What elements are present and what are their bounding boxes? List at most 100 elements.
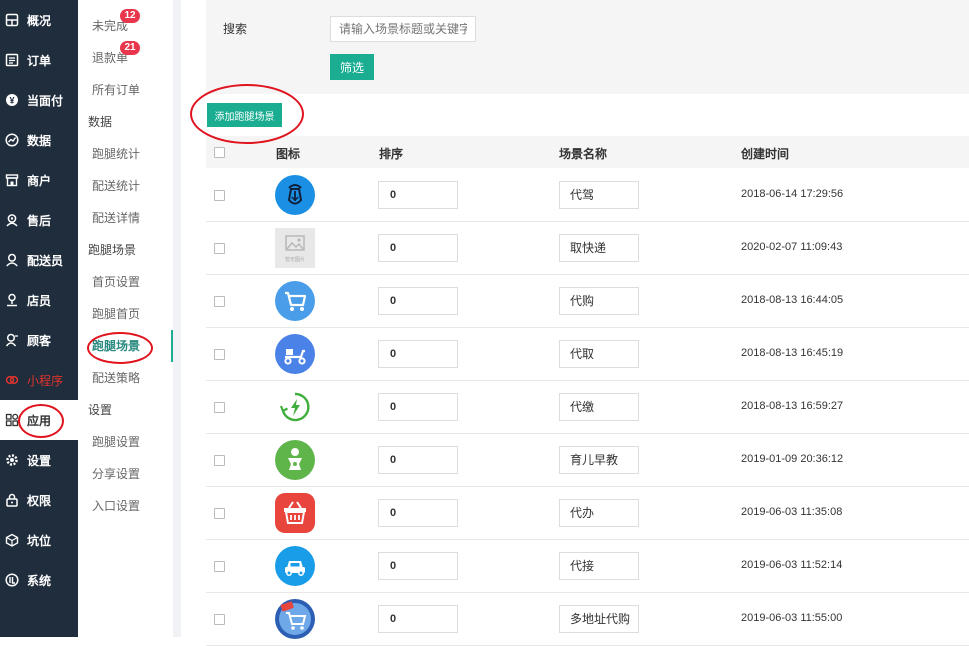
sort-input[interactable]: 0: [378, 393, 458, 421]
table-row: 0 代接 2019-06-03 11:52:14: [206, 540, 969, 593]
row-checkbox[interactable]: [214, 190, 225, 201]
payment-icon: ¥: [5, 93, 19, 107]
sidebar-item-label: 数据: [27, 133, 52, 148]
scene-name-field[interactable]: 代办: [559, 499, 639, 527]
shopping-cart-icon: [275, 281, 315, 321]
subnav-item-refund[interactable]: 退款单 21: [78, 41, 173, 74]
sidebar-item-system[interactable]: 系统: [0, 560, 78, 600]
lock-icon: [5, 493, 19, 507]
subnav-item-delivery-strategy[interactable]: 配送策略: [78, 362, 173, 394]
placeholder-image-text: 暂无图片: [285, 256, 305, 263]
subnav-item-delivery-detail[interactable]: 配送详情: [78, 202, 173, 234]
sort-input[interactable]: 0: [378, 340, 458, 368]
scene-name-field[interactable]: 多地址代购: [559, 605, 639, 633]
created-time: 2018-08-13 16:59:27: [741, 400, 844, 412]
sidebar-item-permission[interactable]: 权限: [0, 480, 78, 520]
miniprogram-icon: [5, 373, 19, 387]
sidebar-item-payment[interactable]: ¥ 当面付: [0, 80, 78, 120]
sidebar-item-label: 店员: [27, 293, 52, 308]
subnav-item-delivery-stats[interactable]: 配送统计: [78, 170, 173, 202]
data-icon: [5, 133, 19, 147]
sidebar-item-settings[interactable]: 设置: [0, 440, 78, 480]
sidebar-item-overview[interactable]: 概况: [0, 0, 78, 40]
table-row: 0 育儿早教 2019-01-09 20:36:12: [206, 434, 969, 487]
subnav-item-all-orders[interactable]: 所有订单: [78, 74, 173, 106]
sidebar-item-label: 小程序: [27, 373, 64, 388]
row-checkbox[interactable]: [214, 508, 225, 519]
table-header: 图标 排序 场景名称 创建时间: [206, 136, 969, 168]
search-label: 搜索: [223, 22, 248, 36]
sort-input[interactable]: 0: [378, 287, 458, 315]
sort-input[interactable]: 0: [378, 181, 458, 209]
row-checkbox[interactable]: [214, 455, 225, 466]
select-all-checkbox[interactable]: [214, 147, 225, 158]
subnav-item-share-settings[interactable]: 分享设置: [78, 458, 173, 490]
subnav-item-errand-home[interactable]: 跑腿首页: [78, 298, 173, 330]
subnav-group-data: 数据: [78, 106, 173, 138]
row-checkbox[interactable]: [214, 614, 225, 625]
created-time: 2019-06-03 11:55:00: [741, 612, 843, 624]
sidebar-item-label: 配送员: [27, 253, 64, 268]
sidebar-item-label: 商户: [27, 173, 52, 188]
table-row: 0 代缴 2018-08-13 16:59:27: [206, 381, 969, 434]
sidebar-item-data[interactable]: 数据: [0, 120, 78, 160]
table-row: 0 多地址代购 2019-06-03 11:55:00: [206, 593, 969, 646]
sidebar-item-apps[interactable]: 应用: [0, 400, 78, 440]
scene-name-field[interactable]: 育儿早教: [559, 446, 639, 474]
row-checkbox[interactable]: [214, 243, 225, 254]
sub-navigation: 未完成 12 退款单 21 所有订单 数据 跑腿统计 配送统计 配送详情 跑腿场…: [78, 0, 173, 637]
subnav-item-errand-scene[interactable]: 跑腿场景: [78, 330, 173, 362]
designated-driver-icon: [275, 175, 315, 215]
subnav-item-unfinished[interactable]: 未完成 12: [78, 9, 173, 42]
subnav-item-label: 入口设置: [92, 499, 141, 513]
basket-icon: [275, 493, 315, 533]
subnav-item-label: 分享设置: [92, 467, 141, 481]
filter-button[interactable]: 筛选: [330, 54, 374, 80]
sort-input[interactable]: 0: [378, 552, 458, 580]
column-header-icon: 图标: [276, 147, 301, 161]
subnav-item-entry-settings[interactable]: 入口设置: [78, 490, 173, 522]
add-errand-scene-button[interactable]: 添加跑腿场景: [207, 103, 282, 127]
sidebar-item-slot[interactable]: 坑位: [0, 520, 78, 560]
subnav-item-label: 所有订单: [92, 83, 141, 97]
sidebar-item-label: 售后: [27, 213, 52, 228]
subnav-item-label: 跑腿场景: [92, 339, 141, 353]
subnav-item-errand-settings[interactable]: 跑腿设置: [78, 426, 173, 458]
sidebar-item-miniprogram[interactable]: 小程序: [0, 360, 78, 400]
sidebar-item-label: 当面付: [27, 93, 64, 108]
sort-input[interactable]: 0: [378, 605, 458, 633]
scene-name-field[interactable]: 代缴: [559, 393, 639, 421]
subnav-group-label: 设置: [88, 403, 113, 417]
aftersale-icon: [5, 213, 19, 227]
clerk-icon: [5, 293, 19, 307]
row-checkbox[interactable]: [214, 349, 225, 360]
courier-icon: [5, 253, 19, 267]
subnav-group-errand-scene: 跑腿场景: [78, 234, 173, 266]
row-checkbox[interactable]: [214, 402, 225, 413]
scene-name-field[interactable]: 取快递: [559, 234, 639, 262]
subnav-group-label: 跑腿场景: [88, 243, 137, 257]
store-icon: [5, 173, 19, 187]
scooter-icon: [275, 334, 315, 374]
sidebar-item-customer[interactable]: 顾客: [0, 320, 78, 360]
unfinished-count-badge: 12: [120, 9, 140, 23]
search-input[interactable]: [330, 16, 476, 42]
created-time: 2019-01-09 20:36:12: [741, 453, 844, 465]
subnav-item-errand-stats[interactable]: 跑腿统计: [78, 138, 173, 170]
scene-name-field[interactable]: 代驾: [559, 181, 639, 209]
sidebar-item-clerk[interactable]: 店员: [0, 280, 78, 320]
sort-input[interactable]: 0: [378, 499, 458, 527]
scene-name-field[interactable]: 代取: [559, 340, 639, 368]
sort-input[interactable]: 0: [378, 446, 458, 474]
scene-name-field[interactable]: 代购: [559, 287, 639, 315]
row-checkbox[interactable]: [214, 296, 225, 307]
sidebar-item-courier[interactable]: 配送员: [0, 240, 78, 280]
sidebar-item-orders[interactable]: 订单: [0, 40, 78, 80]
sort-input[interactable]: 0: [378, 234, 458, 262]
sidebar-item-store[interactable]: 商户: [0, 160, 78, 200]
subnav-group-label: 数据: [88, 115, 113, 129]
sidebar-item-aftersale[interactable]: 售后: [0, 200, 78, 240]
subnav-item-home-settings[interactable]: 首页设置: [78, 266, 173, 298]
row-checkbox[interactable]: [214, 561, 225, 572]
scene-name-field[interactable]: 代接: [559, 552, 639, 580]
